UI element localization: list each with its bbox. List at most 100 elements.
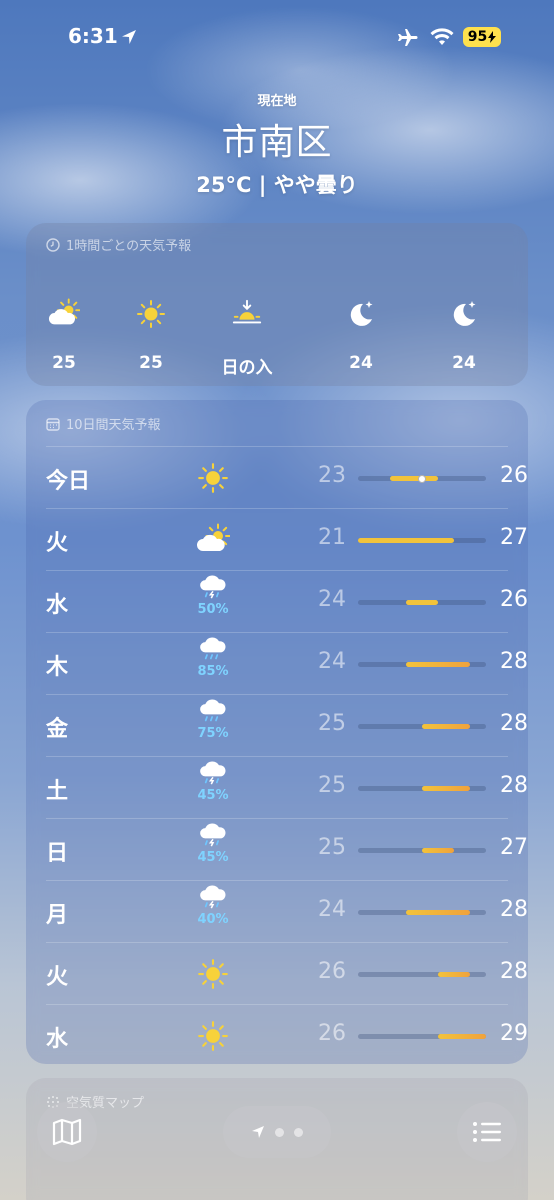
hourly-forecast-item: 24 (419, 299, 509, 373)
sun-icon (106, 299, 196, 329)
battery-level: 95 (467, 29, 488, 45)
temp-range-bar (358, 600, 486, 605)
moon-stars-icon (419, 299, 509, 329)
hourly-temp: 25 (139, 353, 163, 373)
temp-range-fill (406, 662, 470, 667)
high-temp: 26 (500, 587, 528, 612)
temp-range-bar (358, 848, 486, 853)
temp-range-fill (422, 786, 470, 791)
temp-range-bar (358, 724, 486, 729)
wifi-icon (430, 28, 454, 45)
map-button[interactable] (37, 1102, 97, 1162)
calendar-icon (46, 417, 60, 431)
forecast-day-row[interactable]: 日 45% 25 27 (46, 818, 528, 880)
hourly-temp: 25 (52, 353, 76, 373)
page-indicator[interactable] (223, 1106, 331, 1158)
forecast-day-label: 火 (46, 531, 69, 556)
temp-range-bar (358, 662, 486, 667)
temp-range-fill (438, 1034, 486, 1039)
precip-chance: 45% (197, 788, 229, 803)
page-dot[interactable] (275, 1127, 284, 1137)
sun-icon (191, 461, 235, 499)
forecast-day-row[interactable]: 火 21 27 (46, 508, 528, 570)
temp-range-fill (406, 600, 438, 605)
sun-icon (191, 1019, 235, 1057)
thunderstorm-rain-icon: 40% (191, 885, 235, 927)
high-temp: 26 (500, 463, 528, 488)
low-temp: 25 (318, 711, 346, 736)
ten-day-forecast-card[interactable]: 10日間天気予報 今日 23 26 火 21 27 水 50% 24 26 木 85% 24 28 金 75%… (26, 400, 528, 1064)
page-dot[interactable] (294, 1127, 303, 1137)
forecast-day-row[interactable]: 土 45% 25 28 (46, 756, 528, 818)
airplane-mode-icon (398, 29, 418, 46)
clock-icon (46, 237, 60, 252)
forecast-day-label: 今日 (46, 469, 91, 494)
temp-range-fill (422, 848, 454, 853)
sunset-icon (202, 299, 292, 329)
temp-range-bar (358, 972, 486, 977)
forecast-day-label: 日 (46, 841, 69, 866)
city-name: 市南区 (221, 122, 333, 163)
forecast-day-row[interactable]: 火 26 28 (46, 942, 528, 1004)
current-temp-marker (418, 474, 426, 483)
rain-cloud-icon: 75% (191, 699, 235, 741)
location-arrow-icon (122, 30, 136, 44)
forecast-day-row[interactable]: 木 85% 24 28 (46, 632, 528, 694)
precip-chance: 45% (197, 850, 229, 865)
precip-chance: 85% (197, 664, 229, 679)
status-bar: 6:31 95 (0, 22, 554, 54)
hourly-temp: 24 (452, 353, 476, 373)
hourly-temp: 24 (349, 353, 373, 373)
forecast-day-row[interactable]: 今日 23 26 (46, 446, 528, 508)
partly-cloudy-sun-icon (191, 523, 235, 561)
status-time: 6:31 (68, 24, 118, 48)
location-header: 現在地 市南区 25°C | やや曇り (0, 90, 554, 199)
temp-range-fill (438, 972, 470, 977)
high-temp: 29 (500, 1021, 528, 1046)
temp-range-bar (358, 474, 486, 483)
precip-chance: 40% (197, 912, 229, 927)
hourly-forecast-item: 日の入 (202, 299, 292, 378)
hourly-forecast-item: 25 (106, 299, 196, 373)
low-temp: 25 (318, 773, 346, 798)
low-temp: 24 (318, 897, 346, 922)
temp-range-bar (358, 538, 486, 543)
high-temp: 28 (500, 959, 528, 984)
current-location-label: 現在地 (257, 94, 297, 109)
low-temp: 23 (318, 463, 346, 488)
moon-stars-icon (316, 299, 406, 329)
forecast-day-label: 水 (46, 593, 69, 618)
temp-range-fill (390, 476, 438, 481)
forecast-day-row[interactable]: 月 40% 24 28 (46, 880, 528, 942)
low-temp: 21 (318, 525, 346, 550)
low-temp: 26 (318, 959, 346, 984)
high-temp: 28 (500, 773, 528, 798)
charging-bolt-icon (488, 31, 497, 43)
hourly-temp: 日の入 (221, 358, 273, 378)
forecast-day-label: 土 (46, 779, 69, 804)
forecast-day-row[interactable]: 水 26 29 (46, 1004, 528, 1064)
temp-range-bar (358, 910, 486, 915)
hourly-forecast-card[interactable]: 1時間ごとの天気予報 25 25 日の入 24 24 (26, 223, 528, 386)
temp-range-fill (358, 538, 454, 543)
hourly-time-labels-clipped (46, 265, 516, 271)
low-temp: 24 (318, 587, 346, 612)
forecast-day-row[interactable]: 金 75% 25 28 (46, 694, 528, 756)
battery-indicator: 95 (463, 27, 501, 47)
forecast-day-row[interactable]: 水 50% 24 26 (46, 570, 528, 632)
temp-range-fill (422, 724, 470, 729)
partly-cloudy-sun-icon (26, 298, 109, 329)
forecast-day-label: 月 (46, 903, 69, 928)
current-condition: 25°C | やや曇り (196, 173, 358, 197)
location-list-button[interactable] (457, 1102, 517, 1162)
hourly-title: 1時間ごとの天気予報 (26, 223, 528, 254)
rain-cloud-icon: 85% (191, 637, 235, 679)
temp-range-bar (358, 1034, 486, 1039)
high-temp: 28 (500, 897, 528, 922)
list-icon (473, 1122, 501, 1142)
temp-range-bar (358, 786, 486, 791)
forecast-day-label: 火 (46, 965, 69, 990)
ten-day-title: 10日間天気予報 (26, 400, 528, 433)
high-temp: 27 (500, 835, 528, 860)
hourly-forecast-item: 24 (316, 299, 406, 373)
